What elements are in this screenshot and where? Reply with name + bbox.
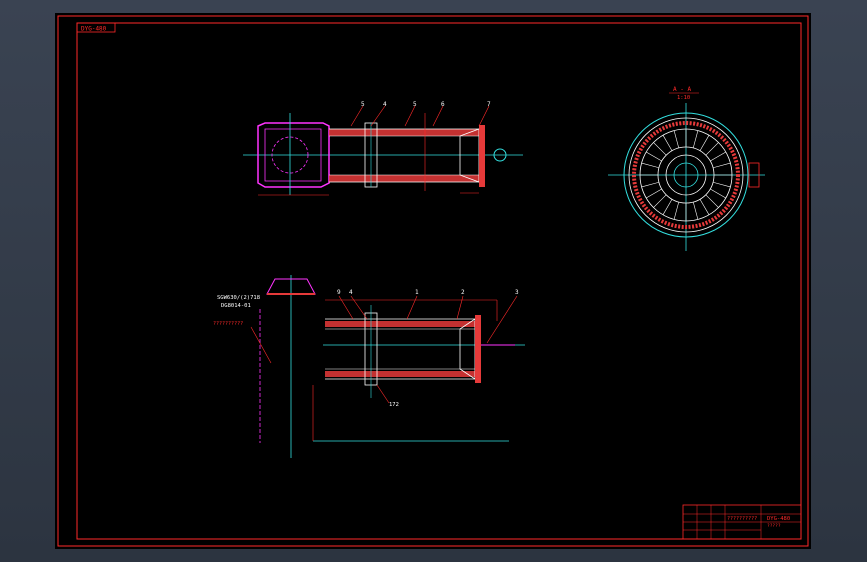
section-spoke xyxy=(699,135,710,151)
bottom-balloon-1: 9 xyxy=(337,289,341,296)
section-spoke xyxy=(705,194,719,208)
section-spoke xyxy=(699,199,710,215)
drawing-sheet: DYG-480 5 4 5 6 7 A - A 1:10 SGW630/(2)7… xyxy=(55,13,811,549)
sheet-code: DYG-480 xyxy=(81,26,107,33)
dim-172-leader xyxy=(376,384,390,404)
section-spoke xyxy=(646,151,662,162)
top-tube-lower-wall xyxy=(329,175,479,182)
section-spoke xyxy=(662,135,673,151)
section-spoke xyxy=(641,181,660,188)
cad-drawing: DYG-480 5 4 5 6 7 A - A 1:10 SGW630/(2)7… xyxy=(57,15,809,547)
section-spoke xyxy=(710,188,726,199)
top-balloon-4: 6 xyxy=(441,101,445,108)
section-spoke xyxy=(646,188,662,199)
side-note-leader xyxy=(250,326,272,364)
cad-viewport: DYG-480 5 4 5 6 7 A - A 1:10 SGW630/(2)7… xyxy=(0,0,867,562)
bottom-leader-1 xyxy=(338,295,354,320)
dim-172: 172 xyxy=(389,402,399,408)
top-leader-4 xyxy=(432,105,444,127)
title-block: ?????????? DYG-480 ????? xyxy=(682,504,802,540)
bottom-leader-3 xyxy=(406,295,418,320)
side-note: ?????????? xyxy=(213,321,243,327)
top-balloon-1: 5 xyxy=(361,101,365,108)
spec-line1: SGW630/(2)718 xyxy=(217,295,260,301)
bottom-balloon-3: 1 xyxy=(415,289,419,296)
section-spoke xyxy=(653,142,667,156)
top-end-flange xyxy=(479,125,485,187)
top-leader-2 xyxy=(370,105,386,127)
section-spoke xyxy=(705,142,719,156)
top-tube-upper-wall xyxy=(329,129,479,136)
top-balloon-3: 5 xyxy=(413,101,417,108)
section-scale: 1:10 xyxy=(677,95,690,101)
bottom-tube-upper-wall xyxy=(325,321,475,327)
section-spoke xyxy=(710,151,726,162)
bottom-nozzle-cone xyxy=(459,318,476,380)
bottom-balloon-5: 3 xyxy=(515,289,519,296)
top-balloon-2: 4 xyxy=(383,101,387,108)
section-label: A - A xyxy=(673,86,691,93)
bottom-tube-lower-wall xyxy=(325,371,475,377)
section-spoke xyxy=(712,181,731,188)
section-spoke xyxy=(692,130,699,149)
bottom-leader-2 xyxy=(350,295,368,320)
section-spoke xyxy=(653,194,667,208)
bottom-end-flange xyxy=(475,315,481,383)
bottom-leader-4 xyxy=(456,295,464,320)
top-leader-1 xyxy=(350,105,364,127)
top-leader-3 xyxy=(404,105,416,127)
section-spoke xyxy=(641,162,660,169)
section-spoke xyxy=(673,201,680,220)
tb-company: ????? xyxy=(767,523,781,529)
top-view: 5 4 5 6 7 xyxy=(243,101,523,196)
bottom-balloon-2: 4 xyxy=(349,289,353,296)
section-view: A - A 1:10 xyxy=(608,86,765,251)
top-leader-5 xyxy=(478,105,490,127)
spec-line2: DG8014-01 xyxy=(221,303,251,309)
top-nozzle-cone xyxy=(459,128,480,183)
section-spoke xyxy=(692,201,699,220)
bottom-view: SGW630/(2)718 DG8014-01 ?????????? 172 9… xyxy=(213,275,525,458)
tb-code: DYG-480 xyxy=(767,516,790,522)
outer-frame xyxy=(57,15,809,547)
bottom-balloon-4: 2 xyxy=(461,289,465,296)
section-spoke xyxy=(662,199,673,215)
bottom-leader-5 xyxy=(486,295,518,344)
top-balloon-5: 7 xyxy=(487,101,491,108)
section-spoke xyxy=(673,130,680,149)
tb-title: ?????????? xyxy=(727,516,757,522)
section-spoke xyxy=(712,162,731,169)
inner-frame xyxy=(76,22,802,540)
